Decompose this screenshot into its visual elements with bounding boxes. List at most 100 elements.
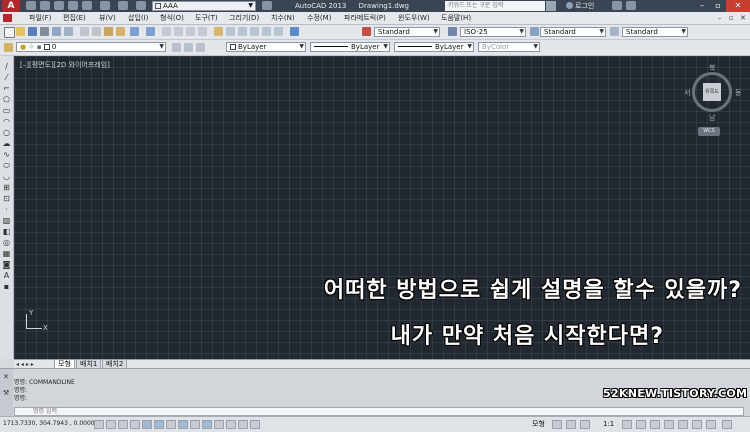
3d-object-snap-toggle[interactable] (166, 420, 176, 429)
clean-screen-icon[interactable] (722, 420, 732, 429)
menu-modify[interactable]: 수정(M) (307, 12, 331, 24)
save-icon[interactable] (54, 1, 64, 10)
menu-insert[interactable]: 삽입(I) (128, 12, 148, 24)
polar-tracking-toggle[interactable] (142, 420, 152, 429)
drawing-restore-button[interactable]: ▫ (729, 12, 734, 24)
menu-window[interactable]: 윈도우(W) (398, 12, 430, 24)
close-button[interactable]: ✕ (726, 0, 750, 12)
drawing-close-button[interactable]: ✕ (740, 12, 746, 24)
gradient-icon[interactable]: ◧ (2, 227, 11, 236)
menu-file[interactable]: 파일(F) (29, 12, 51, 24)
publish-icon[interactable] (64, 27, 73, 36)
maximize-button[interactable]: ▫ (710, 0, 726, 12)
match-properties-icon[interactable] (116, 27, 125, 36)
quick-view-drawings-icon[interactable] (566, 420, 576, 429)
menu-format[interactable]: 형식(O) (160, 12, 184, 24)
menu-edit[interactable]: 편집(E) (63, 12, 86, 24)
compass-west[interactable]: 서 (684, 88, 690, 98)
cut-icon[interactable] (80, 27, 89, 36)
make-block-icon[interactable]: ⊡ (2, 194, 11, 203)
search-icon[interactable] (546, 1, 556, 11)
redo-icon[interactable] (146, 27, 155, 36)
zoom-realtime-icon[interactable] (174, 27, 183, 36)
coordinates-readout[interactable]: 1713.7330, 304.7943 , 0.0000 (3, 419, 95, 429)
new-icon[interactable] (4, 27, 15, 38)
ellipse-icon[interactable]: ⬭ (2, 161, 11, 170)
compass-east[interactable]: 동 (735, 88, 741, 98)
spline-icon[interactable]: ∿ (2, 150, 11, 159)
polygon-icon[interactable]: ⬠ (2, 95, 11, 104)
revision-cloud-icon[interactable]: ☁ (2, 139, 11, 148)
viewcube[interactable]: 위쪽도 북 남 서 동 (684, 63, 742, 122)
layer-select[interactable]: ● ☼ ▪ 0 ▼ (16, 42, 166, 52)
dim-style-select[interactable]: ISO-25 ▼ (460, 27, 526, 37)
menu-tools[interactable]: 도구(T) (195, 12, 218, 24)
paste-icon[interactable] (104, 27, 113, 36)
application-menu-button[interactable]: A (2, 0, 20, 12)
layer-properties-icon[interactable] (4, 43, 13, 52)
layer-states-icon[interactable] (196, 43, 205, 52)
save-as-icon[interactable] (68, 1, 78, 10)
annotation-scale-value[interactable]: 1:1 (603, 419, 614, 429)
status-bar-menu-icon[interactable] (706, 420, 716, 429)
circle-icon[interactable]: ○ (2, 128, 11, 137)
rectangle-icon[interactable]: ▭ (2, 106, 11, 115)
lineweight-select[interactable]: ByLayer ▼ (394, 42, 474, 52)
wcs-menu-button[interactable]: WCS (698, 127, 720, 136)
compass-north[interactable]: 북 (709, 63, 715, 73)
point-icon[interactable]: · (2, 205, 11, 214)
document-menu-icon[interactable] (3, 14, 12, 22)
layer-previous-icon[interactable] (184, 43, 193, 52)
ortho-mode-toggle[interactable] (130, 420, 140, 429)
command-input[interactable]: 명령 입력 (14, 407, 744, 416)
color-select[interactable]: ByLayer ▼ (226, 42, 306, 52)
menu-parametric[interactable]: 파라메트릭(P) (344, 12, 386, 24)
transparency-toggle[interactable] (226, 420, 236, 429)
toolbar-lock-icon[interactable] (650, 420, 660, 429)
properties-icon[interactable] (214, 27, 223, 36)
ellipse-arc-icon[interactable]: ◡ (2, 172, 11, 181)
object-snap-toggle[interactable] (154, 420, 164, 429)
quick-view-layouts-icon[interactable] (552, 420, 562, 429)
design-center-icon[interactable] (226, 27, 235, 36)
open-icon[interactable] (40, 1, 50, 10)
camera-icon[interactable]: ◙ (2, 260, 11, 269)
zoom-previous-icon[interactable] (198, 27, 207, 36)
redo-icon[interactable] (118, 1, 128, 10)
polyline-icon[interactable]: ⌐ (2, 84, 11, 93)
table-style-select[interactable]: Standard ▼ (540, 27, 606, 37)
hardware-acceleration-icon[interactable] (664, 420, 674, 429)
dynamic-input-toggle[interactable] (202, 420, 212, 429)
annotation-scale-icon[interactable] (580, 420, 590, 429)
viewcube-top-face[interactable]: 위쪽도 (703, 83, 721, 101)
quick-access-more-icon[interactable] (262, 1, 272, 10)
workspace-select[interactable]: AAA ▼ (152, 1, 256, 11)
pan-icon[interactable] (162, 27, 171, 36)
drawing-minimize-button[interactable]: – (718, 12, 722, 24)
workspace-switching-icon[interactable] (636, 420, 646, 429)
menu-help[interactable]: 도움말(H) (441, 12, 471, 24)
model-space-label[interactable]: 모형 (532, 419, 545, 429)
zoom-window-icon[interactable] (186, 27, 195, 36)
selection-cycling-toggle[interactable] (250, 420, 260, 429)
tool-palettes-icon[interactable] (238, 27, 247, 36)
drawing-area[interactable]: [–][평면도][2D 와이어프레임] 위쪽도 북 남 서 동 WCS Y X … (14, 56, 750, 359)
minimize-button[interactable]: – (694, 0, 710, 12)
menu-view[interactable]: 뷰(V) (99, 12, 116, 24)
arc-icon[interactable]: ◠ (2, 117, 11, 126)
login-button[interactable]: 로그인 (566, 1, 594, 11)
grid-display-toggle[interactable] (118, 420, 128, 429)
help-icon[interactable] (290, 27, 299, 36)
application-status-icon[interactable] (692, 420, 702, 429)
object-snap-tracking-toggle[interactable] (178, 420, 188, 429)
wrench-icon[interactable]: ⚒ (3, 389, 9, 397)
markup-icon[interactable] (262, 27, 271, 36)
region-icon[interactable]: ◎ (2, 238, 11, 247)
command-window-handle[interactable]: ✕ ⚒ (0, 369, 13, 417)
viewport-controls-label[interactable]: [–][평면도][2D 와이어프레임] (20, 60, 110, 70)
sheet-set-icon[interactable] (250, 27, 259, 36)
multiline-text-icon[interactable]: A (2, 271, 11, 280)
save-icon[interactable] (28, 27, 37, 36)
menu-dimension[interactable]: 치수(N) (271, 12, 295, 24)
close-icon[interactable]: ✕ (3, 373, 9, 381)
